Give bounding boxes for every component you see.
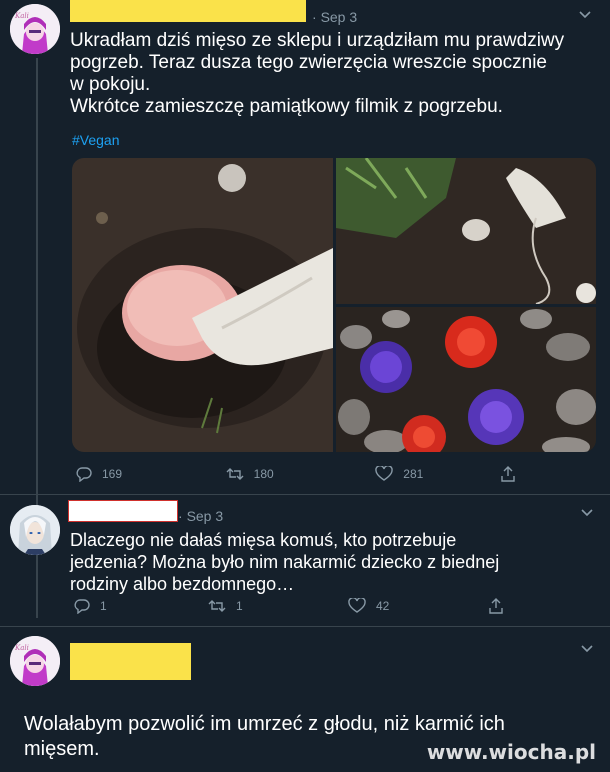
retweet-icon [226, 468, 244, 480]
reply-button[interactable]: 169 [76, 466, 226, 482]
tweet-date[interactable]: · Sep 3 [312, 9, 357, 25]
tweet-text-line: pogrzeb. Teraz dusza tego zwierzęcia wre… [70, 52, 547, 73]
tweet-text-line: rodziny albo bezdomnego… [70, 574, 295, 594]
like-icon [375, 466, 393, 481]
chevron-down-icon[interactable] [580, 506, 594, 523]
retweet-count: 1 [236, 599, 243, 613]
tweet-text: Ukradłam dziś mięso ze sklepu i urządził… [70, 30, 605, 118]
media-grid[interactable] [72, 158, 596, 452]
tweet-actions: 169 180 281 [76, 466, 516, 482]
avatar[interactable]: Kali [10, 4, 60, 54]
share-button[interactable] [488, 598, 504, 614]
divider [0, 494, 610, 495]
reply-icon [76, 467, 92, 482]
tweet-actions: 1 1 42 [74, 598, 514, 614]
tweet-text: Dlaczego nie dałaś mięsa komuś, kto potr… [70, 529, 600, 595]
tweet-date[interactable]: · Sep 3 [178, 508, 223, 524]
like-count: 42 [376, 599, 390, 613]
media-photo-meat[interactable] [72, 158, 333, 452]
svg-text:Kali: Kali [14, 644, 29, 652]
retweet-button[interactable]: 180 [226, 466, 376, 482]
tweet-text-line: Wolałabym pozwolić im umrzeć z głodu, ni… [24, 713, 505, 735]
reply-count: 169 [102, 467, 123, 481]
share-icon [489, 598, 503, 614]
avatar[interactable]: Kali [10, 636, 60, 686]
media-photo-flowers[interactable] [336, 307, 596, 452]
chevron-down-icon[interactable] [580, 642, 594, 659]
tweet-text-line: Dlaczego nie dałaś mięsa komuś, kto potr… [70, 530, 457, 550]
hashtag-link[interactable]: #Vegan [72, 132, 120, 148]
reply-count: 1 [100, 599, 107, 613]
like-icon [348, 598, 366, 613]
tweet-text-line: Ukradłam dziś mięso ze sklepu i urządził… [70, 30, 565, 51]
like-button[interactable]: 281 [375, 466, 500, 482]
redacted-username [70, 0, 306, 22]
retweet-count: 180 [253, 467, 274, 481]
retweet-icon [208, 600, 226, 612]
reply-button[interactable]: 1 [74, 598, 208, 614]
like-count: 281 [403, 467, 424, 481]
reply-icon [74, 599, 90, 614]
divider [0, 626, 610, 627]
retweet-button[interactable]: 1 [208, 598, 348, 614]
share-button[interactable] [500, 466, 516, 482]
media-photo-grave[interactable] [336, 158, 596, 305]
redacted-username [68, 500, 178, 522]
like-button[interactable]: 42 [348, 598, 488, 614]
tweet-text-line: Wkrótce zamieszczę pamiątkowy filmik z p… [70, 96, 503, 117]
svg-text:Kali: Kali [14, 12, 29, 20]
tweet-text-line: w pokoju. [70, 74, 151, 95]
tweet-text-line: jedzenia? Można było nim nakarmić dzieck… [70, 552, 500, 572]
redacted-username [70, 643, 191, 680]
share-icon [501, 466, 515, 482]
chevron-down-icon[interactable] [578, 8, 592, 25]
watermark: www.wiocha.pl [426, 740, 596, 764]
avatar[interactable] [10, 505, 60, 555]
